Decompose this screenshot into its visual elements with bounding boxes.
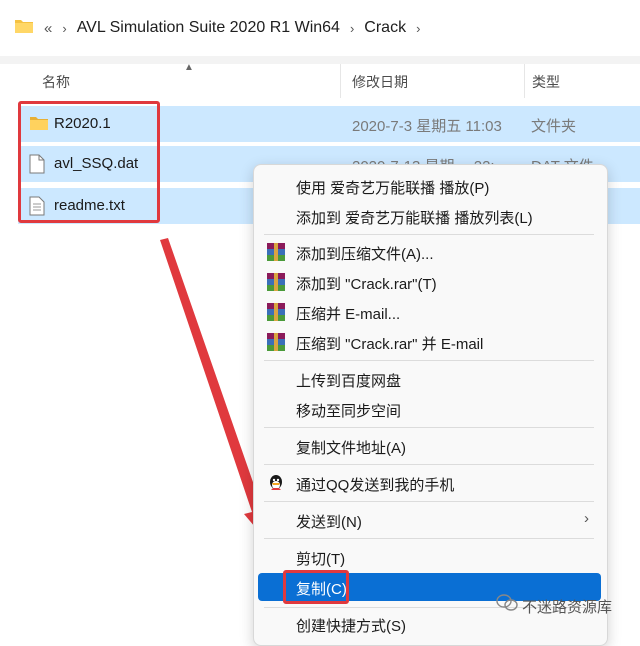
menu-item-label: 添加到 "Crack.rar"(T) xyxy=(296,276,437,293)
menu-item-label: 剪切(T) xyxy=(296,551,346,568)
menu-item-iqiyi-play[interactable]: 使用 爱奇艺万能联播 播放(P) xyxy=(258,171,601,201)
menu-separator xyxy=(264,538,594,539)
menu-item-label: 发送到(N) xyxy=(296,514,362,531)
menu-separator xyxy=(264,360,594,361)
menu-item-label: 上传到百度网盘 xyxy=(296,373,402,390)
menu-item-add-archive[interactable]: 添加到压缩文件(A)... xyxy=(258,237,601,267)
menu-item-sync-space[interactable]: 移动至同步空间 xyxy=(258,394,601,424)
menu-item-add-crack-rar[interactable]: 添加到 "Crack.rar"(T) xyxy=(258,267,601,297)
menu-separator xyxy=(264,501,594,502)
menu-separator xyxy=(264,464,594,465)
wechat-icon xyxy=(496,594,518,617)
winrar-icon xyxy=(266,302,286,322)
menu-item-copy-path[interactable]: 复制文件地址(A) xyxy=(258,431,601,461)
menu-separator xyxy=(264,234,594,235)
menu-item-qq-send[interactable]: 通过QQ发送到我的手机 xyxy=(258,468,601,498)
menu-separator xyxy=(264,427,594,428)
menu-item-baidu-upload[interactable]: 上传到百度网盘 xyxy=(258,364,601,394)
menu-item-send-to[interactable]: 发送到(N) › xyxy=(258,505,601,535)
winrar-icon xyxy=(266,332,286,352)
qq-icon xyxy=(266,473,286,493)
menu-item-label: 复制文件地址(A) xyxy=(296,440,406,457)
menu-item-compress-crack-email[interactable]: 压缩到 "Crack.rar" 并 E-mail xyxy=(258,327,601,357)
menu-item-label: 添加到 爱奇艺万能联播 播放列表(L) xyxy=(296,210,533,227)
menu-item-label: 添加到压缩文件(A)... xyxy=(296,246,434,263)
menu-item-compress-email[interactable]: 压缩并 E-mail... xyxy=(258,297,601,327)
menu-item-cut[interactable]: 剪切(T) xyxy=(258,542,601,572)
menu-item-label: 压缩并 E-mail... xyxy=(296,306,401,323)
menu-item-iqiyi-playlist[interactable]: 添加到 爱奇艺万能联播 播放列表(L) xyxy=(258,201,601,231)
menu-item-label: 使用 爱奇艺万能联播 播放(P) xyxy=(296,180,490,197)
annotation-box-copy xyxy=(283,570,349,604)
menu-item-label: 移动至同步空间 xyxy=(296,403,402,420)
menu-item-label: 通过QQ发送到我的手机 xyxy=(296,477,455,494)
watermark-text: 不迷路资源库 xyxy=(522,599,613,616)
chevron-right-icon: › xyxy=(584,510,589,527)
winrar-icon xyxy=(266,272,286,292)
menu-item-label: 压缩到 "Crack.rar" 并 E-mail xyxy=(296,336,484,353)
winrar-icon xyxy=(266,242,286,262)
